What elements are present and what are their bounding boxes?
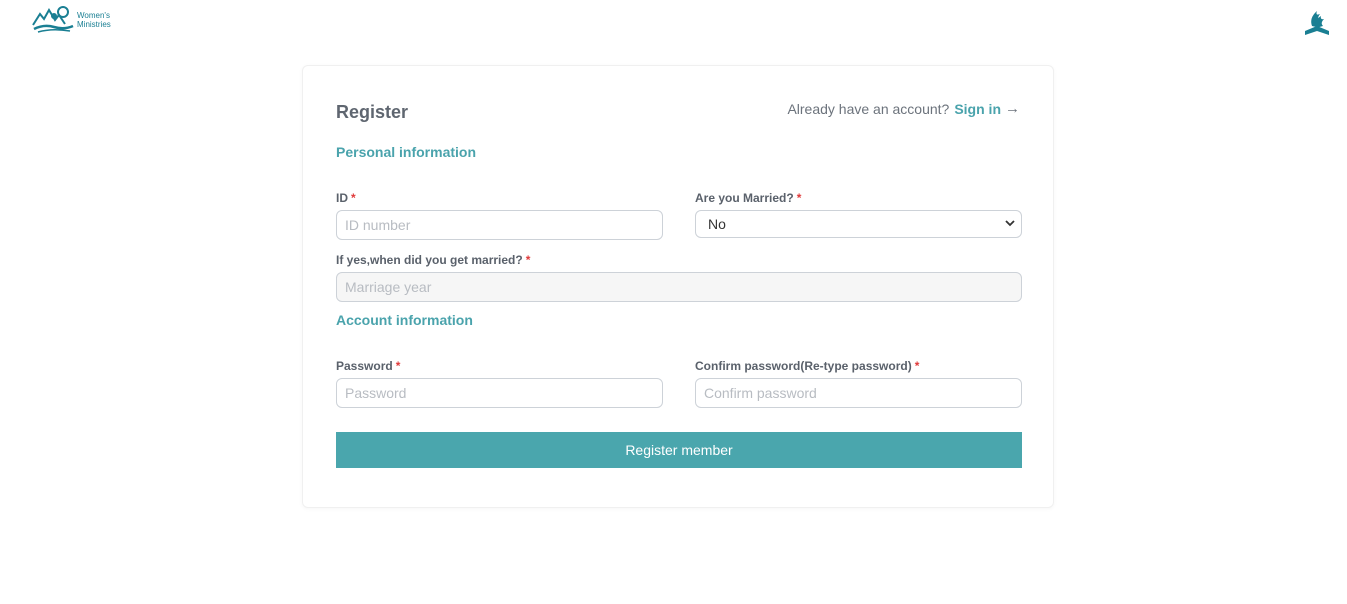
page-title: Register — [336, 102, 409, 122]
password-label: Password * — [336, 359, 400, 373]
id-label-text: ID — [336, 191, 348, 205]
register-card: Register Already have an account? Sign i… — [302, 65, 1054, 508]
top-bar: Women's Ministries — [0, 0, 1347, 44]
confirm-password-label: Confirm password(Re-type password) * — [695, 359, 919, 373]
confirm-password-input[interactable] — [695, 378, 1022, 408]
signin-prompt: Already have an account? Sign in → — [787, 100, 1020, 117]
already-account-text: Already have an account? — [787, 100, 950, 117]
marriage-year-input[interactable] — [336, 272, 1022, 302]
adventist-logo[interactable] — [1303, 7, 1331, 42]
required-mark: * — [796, 191, 802, 205]
married-label: Are you Married? * — [695, 191, 801, 205]
womens-ministries-logo[interactable]: Women's Ministries — [32, 5, 111, 35]
logo-line-1: Women's — [77, 11, 110, 20]
register-member-button[interactable]: Register member — [336, 432, 1022, 468]
marriage-year-label-text: If yes,when did you get married? — [336, 253, 523, 267]
confirm-password-label-text: Confirm password(Re-type password) — [695, 359, 912, 373]
married-label-text: Are you Married? — [695, 191, 794, 205]
adventist-flame-icon — [1305, 11, 1329, 35]
required-mark: * — [351, 191, 356, 205]
personal-section-heading: Personal information — [336, 144, 477, 160]
account-section-heading: Account information — [336, 312, 473, 328]
required-mark: * — [525, 253, 531, 267]
marriage-year-label: If yes,when did you get married? * — [336, 253, 530, 267]
signin-link[interactable]: Sign in — [954, 101, 1001, 117]
logo-line-2: Ministries — [77, 20, 111, 29]
required-mark: * — [914, 359, 920, 373]
id-label: ID * — [336, 191, 356, 205]
arrow-right-icon: → — [1005, 100, 1020, 117]
required-mark: * — [395, 359, 401, 373]
married-select[interactable]: No — [695, 210, 1022, 238]
id-input[interactable] — [336, 210, 663, 240]
married-select-value: No — [708, 216, 726, 232]
womens-ministries-logo-icon — [32, 6, 74, 33]
password-input[interactable] — [336, 378, 663, 408]
chevron-down-icon — [1005, 218, 1015, 230]
logo-text: Women's Ministries — [77, 11, 111, 29]
password-label-text: Password — [336, 359, 393, 373]
